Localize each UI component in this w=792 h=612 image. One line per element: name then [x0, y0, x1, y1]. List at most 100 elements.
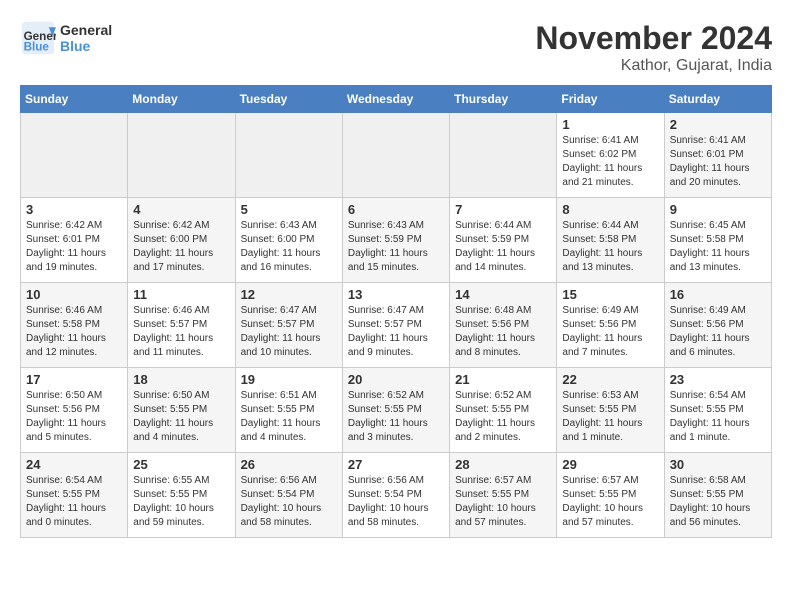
calendar-cell: 29Sunrise: 6:57 AM Sunset: 5:55 PM Dayli…	[557, 453, 664, 538]
day-info: Sunrise: 6:43 AM Sunset: 6:00 PM Dayligh…	[241, 219, 337, 275]
day-info: Sunrise: 6:41 AM Sunset: 6:01 PM Dayligh…	[670, 134, 766, 190]
day-info: Sunrise: 6:57 AM Sunset: 5:55 PM Dayligh…	[455, 474, 551, 530]
calendar-cell: 21Sunrise: 6:52 AM Sunset: 5:55 PM Dayli…	[450, 368, 557, 453]
calendar-cell: 18 Sunrise: 6:50 AM Sunset: 5:55 PM Dayli…	[128, 368, 235, 453]
calendar-cell: 6 Sunrise: 6:43 AM Sunset: 5:59 PM Daylig…	[342, 198, 449, 283]
svg-text:Blue: Blue	[24, 41, 50, 54]
calendar-cell: 28Sunrise: 6:57 AM Sunset: 5:55 PM Dayli…	[450, 453, 557, 538]
calendar-cell: 27Sunrise: 6:56 AM Sunset: 5:54 PM Dayli…	[342, 453, 449, 538]
day-number: 23	[670, 372, 766, 387]
calendar-cell: 23 Sunrise: 6:54 AM Sunset: 5:55 PM Dayli…	[664, 368, 771, 453]
day-number: 1	[562, 117, 658, 132]
calendar-week-5: 24 Sunrise: 6:54 AM Sunset: 5:55 PM Dayli…	[21, 453, 772, 538]
day-number: 20	[348, 372, 444, 387]
day-info: Sunrise: 6:57 AM Sunset: 5:55 PM Dayligh…	[562, 474, 658, 530]
day-number: 3	[26, 202, 122, 217]
calendar-cell: 5 Sunrise: 6:43 AM Sunset: 6:00 PM Daylig…	[235, 198, 342, 283]
calendar-cell: 7 Sunrise: 6:44 AM Sunset: 5:59 PM Daylig…	[450, 198, 557, 283]
day-info: Sunrise: 6:46 AM Sunset: 5:57 PM Dayligh…	[133, 304, 229, 360]
calendar-cell: 10 Sunrise: 6:46 AM Sunset: 5:58 PM Dayli…	[21, 283, 128, 368]
day-info: Sunrise: 6:44 AM Sunset: 5:59 PM Dayligh…	[455, 219, 551, 275]
calendar-cell: 16 Sunrise: 6:49 AM Sunset: 5:56 PM Dayli…	[664, 283, 771, 368]
day-number: 7	[455, 202, 551, 217]
calendar-cell: 2 Sunrise: 6:41 AM Sunset: 6:01 PM Daylig…	[664, 113, 771, 198]
day-number: 30	[670, 457, 766, 472]
calendar-cell: 3 Sunrise: 6:42 AM Sunset: 6:01 PM Daylig…	[21, 198, 128, 283]
day-info: Sunrise: 6:46 AM Sunset: 5:58 PM Dayligh…	[26, 304, 122, 360]
calendar-cell: 8 Sunrise: 6:44 AM Sunset: 5:58 PM Daylig…	[557, 198, 664, 283]
calendar-cell: 24 Sunrise: 6:54 AM Sunset: 5:55 PM Dayli…	[21, 453, 128, 538]
logo: General Blue General Blue	[20, 20, 112, 56]
day-info: Sunrise: 6:56 AM Sunset: 5:54 PM Dayligh…	[241, 474, 337, 530]
weekday-header-sunday: Sunday	[21, 86, 128, 113]
day-info: Sunrise: 6:53 AM Sunset: 5:55 PM Dayligh…	[562, 389, 658, 445]
calendar-cell	[21, 113, 128, 198]
weekday-header-wednesday: Wednesday	[342, 86, 449, 113]
calendar-cell	[450, 113, 557, 198]
day-info: Sunrise: 6:49 AM Sunset: 5:56 PM Dayligh…	[562, 304, 658, 360]
day-info: Sunrise: 6:51 AM Sunset: 5:55 PM Dayligh…	[241, 389, 337, 445]
day-info: Sunrise: 6:41 AM Sunset: 6:02 PM Dayligh…	[562, 134, 658, 190]
day-number: 15	[562, 287, 658, 302]
day-number: 12	[241, 287, 337, 302]
calendar-cell: 9 Sunrise: 6:45 AM Sunset: 5:58 PM Daylig…	[664, 198, 771, 283]
weekday-header-tuesday: Tuesday	[235, 86, 342, 113]
day-number: 8	[562, 202, 658, 217]
title-block: November 2024 Kathor, Gujarat, India	[535, 20, 772, 75]
day-number: 14	[455, 287, 551, 302]
day-info: Sunrise: 6:47 AM Sunset: 5:57 PM Dayligh…	[241, 304, 337, 360]
day-number: 25	[133, 457, 229, 472]
calendar-table: SundayMondayTuesdayWednesdayThursdayFrid…	[20, 85, 772, 538]
day-info: Sunrise: 6:44 AM Sunset: 5:58 PM Dayligh…	[562, 219, 658, 275]
logo-icon: General Blue	[20, 20, 56, 56]
day-info: Sunrise: 6:49 AM Sunset: 5:56 PM Dayligh…	[670, 304, 766, 360]
calendar-cell	[342, 113, 449, 198]
month-title: November 2024	[535, 20, 772, 57]
day-number: 27	[348, 457, 444, 472]
day-info: Sunrise: 6:54 AM Sunset: 5:55 PM Dayligh…	[26, 474, 122, 530]
weekday-header-thursday: Thursday	[450, 86, 557, 113]
logo-general: General	[60, 22, 112, 38]
day-number: 21	[455, 372, 551, 387]
day-info: Sunrise: 6:50 AM Sunset: 5:56 PM Dayligh…	[26, 389, 122, 445]
calendar-cell: 13 Sunrise: 6:47 AM Sunset: 5:57 PM Dayli…	[342, 283, 449, 368]
day-number: 18	[133, 372, 229, 387]
day-number: 9	[670, 202, 766, 217]
day-info: Sunrise: 6:42 AM Sunset: 6:01 PM Dayligh…	[26, 219, 122, 275]
calendar-cell: 11Sunrise: 6:46 AM Sunset: 5:57 PM Dayli…	[128, 283, 235, 368]
day-info: Sunrise: 6:47 AM Sunset: 5:57 PM Dayligh…	[348, 304, 444, 360]
calendar-cell	[235, 113, 342, 198]
day-info: Sunrise: 6:50 AM Sunset: 5:55 PM Dayligh…	[133, 389, 229, 445]
location: Kathor, Gujarat, India	[535, 57, 772, 75]
day-info: Sunrise: 6:54 AM Sunset: 5:55 PM Dayligh…	[670, 389, 766, 445]
calendar-week-4: 17 Sunrise: 6:50 AM Sunset: 5:56 PM Dayli…	[21, 368, 772, 453]
weekday-header-row: SundayMondayTuesdayWednesdayThursdayFrid…	[21, 86, 772, 113]
calendar-week-1: 1 Sunrise: 6:41 AM Sunset: 6:02 PM Daylig…	[21, 113, 772, 198]
day-number: 2	[670, 117, 766, 132]
day-number: 13	[348, 287, 444, 302]
day-info: Sunrise: 6:43 AM Sunset: 5:59 PM Dayligh…	[348, 219, 444, 275]
day-number: 5	[241, 202, 337, 217]
calendar-cell: 12 Sunrise: 6:47 AM Sunset: 5:57 PM Dayli…	[235, 283, 342, 368]
day-number: 22	[562, 372, 658, 387]
calendar-cell: 19Sunrise: 6:51 AM Sunset: 5:55 PM Dayli…	[235, 368, 342, 453]
calendar-week-3: 10 Sunrise: 6:46 AM Sunset: 5:58 PM Dayli…	[21, 283, 772, 368]
calendar-cell	[128, 113, 235, 198]
calendar-cell: 17 Sunrise: 6:50 AM Sunset: 5:56 PM Dayli…	[21, 368, 128, 453]
calendar-cell: 4Sunrise: 6:42 AM Sunset: 6:00 PM Daylig…	[128, 198, 235, 283]
day-number: 24	[26, 457, 122, 472]
day-number: 10	[26, 287, 122, 302]
calendar-cell: 1 Sunrise: 6:41 AM Sunset: 6:02 PM Daylig…	[557, 113, 664, 198]
day-number: 16	[670, 287, 766, 302]
weekday-header-friday: Friday	[557, 86, 664, 113]
day-number: 17	[26, 372, 122, 387]
weekday-header-saturday: Saturday	[664, 86, 771, 113]
day-number: 26	[241, 457, 337, 472]
day-info: Sunrise: 6:55 AM Sunset: 5:55 PM Dayligh…	[133, 474, 229, 530]
weekday-header-monday: Monday	[128, 86, 235, 113]
day-number: 6	[348, 202, 444, 217]
day-info: Sunrise: 6:45 AM Sunset: 5:58 PM Dayligh…	[670, 219, 766, 275]
day-info: Sunrise: 6:48 AM Sunset: 5:56 PM Dayligh…	[455, 304, 551, 360]
calendar-cell: 15 Sunrise: 6:49 AM Sunset: 5:56 PM Dayli…	[557, 283, 664, 368]
page-header: General Blue General Blue November 2024 …	[20, 20, 772, 75]
